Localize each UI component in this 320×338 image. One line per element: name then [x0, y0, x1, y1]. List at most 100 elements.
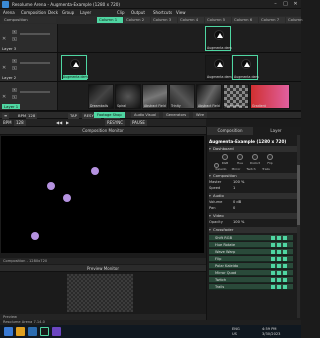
effect-row[interactable]: Twitch [209, 277, 293, 283]
explorer-icon[interactable] [16, 327, 25, 336]
bypass-button[interactable]: B [12, 30, 17, 34]
param-value[interactable]: 100 % [233, 180, 244, 185]
layer-opacity-slider[interactable] [20, 91, 50, 93]
clip-slot[interactable]: Abstract Field [142, 84, 168, 109]
flip-knob[interactable] [267, 154, 273, 160]
master-param[interactable]: Master 100 % [209, 180, 298, 185]
menu-arena[interactable]: Arena [3, 10, 15, 15]
tab-composition[interactable]: Composition [207, 127, 253, 135]
bypass-toggle[interactable] [271, 257, 275, 261]
tab-footage-shop[interactable]: Footage Shop [94, 112, 125, 118]
volume-param[interactable]: Volume 0 dB [209, 200, 298, 205]
video-section[interactable]: Video [209, 213, 298, 219]
collapse-toggle[interactable] [283, 236, 287, 240]
tab-wire[interactable]: Wire [193, 112, 208, 118]
clip-slot[interactable]: Augmenta dem [205, 26, 232, 51]
tab-generators[interactable]: Generators [163, 112, 190, 118]
menu-view[interactable]: View [176, 10, 186, 15]
solo-button[interactable]: S [12, 95, 17, 99]
effect-row[interactable]: Shift RGB [209, 235, 293, 241]
clear-layer-icon[interactable]: ✕ [2, 65, 6, 71]
clip-slot[interactable]: Augmenta dem [232, 55, 259, 80]
menu-deck[interactable]: Deck [48, 10, 58, 15]
bypass-toggle[interactable] [271, 271, 275, 275]
solo-toggle[interactable] [277, 257, 281, 261]
menu-layer[interactable]: Layer [80, 10, 91, 15]
layer-opacity-slider[interactable] [20, 33, 50, 35]
composition-header[interactable]: Composition [2, 17, 56, 23]
column-1[interactable]: Column 1 [97, 17, 123, 23]
collapse-toggle[interactable] [283, 285, 287, 289]
tab-layer[interactable]: Layer [253, 127, 299, 135]
collapse-toggle[interactable] [283, 250, 287, 254]
clip-slot[interactable]: Augmenta dem [61, 55, 88, 80]
bypass-toggle[interactable] [271, 250, 275, 254]
menu-group[interactable]: Group [62, 10, 74, 15]
clip-slot[interactable]: Checkered [223, 84, 249, 109]
app-icon[interactable] [52, 327, 61, 336]
resolume-icon[interactable] [40, 327, 49, 336]
solo-toggle[interactable] [277, 243, 281, 247]
clock[interactable]: 4:59 PM 3/30/2023 [262, 327, 280, 336]
clip-slot[interactable]: Abstract Field [196, 84, 222, 109]
rgb-knob[interactable] [222, 154, 228, 160]
effect-row[interactable]: Trails [209, 284, 293, 290]
clip-slot[interactable]: Trinity [169, 84, 195, 109]
effect-row[interactable]: Flip [209, 256, 293, 262]
param-value[interactable]: 0 [233, 206, 235, 211]
pause-button[interactable]: PAUSE [130, 120, 147, 126]
solo-toggle[interactable] [277, 236, 281, 240]
effect-row[interactable]: Mirror Quad [209, 270, 293, 276]
clip-slot[interactable]: Augmenta dem [205, 55, 232, 80]
bypass-toggle[interactable] [271, 236, 275, 240]
bypass-toggle[interactable] [271, 285, 275, 289]
column-7[interactable]: Column 7 [259, 17, 285, 23]
clip-slot[interactable]: Dreamballs [88, 84, 114, 109]
bypass-toggle[interactable] [271, 243, 275, 247]
audio-section[interactable]: Audio [209, 193, 298, 199]
menu-clip[interactable]: Clip [117, 10, 125, 15]
param-value[interactable]: 100 % [233, 220, 244, 225]
effect-row[interactable]: Wave Warp [209, 249, 293, 255]
collapse-toggle[interactable] [283, 264, 287, 268]
solo-toggle[interactable] [277, 250, 281, 254]
start-icon[interactable] [4, 327, 13, 336]
solo-toggle[interactable] [277, 271, 281, 275]
menu-output[interactable]: Output [131, 10, 145, 15]
clear-layer-icon[interactable]: ✕ [2, 94, 6, 100]
column-4[interactable]: Column 4 [178, 17, 204, 23]
minimize-button[interactable]: – [271, 1, 280, 8]
column-6[interactable]: Column 6 [232, 17, 258, 23]
collapse-toggle[interactable] [283, 271, 287, 275]
solo-toggle[interactable] [277, 278, 281, 282]
menu-shortcuts[interactable]: Shortcuts [153, 10, 172, 15]
clip-slot[interactable]: Gradient [250, 84, 290, 109]
effect-row[interactable]: Polar Kaleido [209, 263, 293, 269]
collapse-toggle[interactable] [283, 257, 287, 261]
column-8[interactable]: Column 8 [286, 17, 303, 28]
column-2[interactable]: Column 2 [124, 17, 150, 23]
menu-composition[interactable]: Composition [21, 10, 46, 15]
pan-param[interactable]: Pan 0 [209, 206, 298, 211]
opacity-param[interactable]: Opacity 100 % [209, 220, 298, 225]
collapse-toggle[interactable] [283, 278, 287, 282]
rewind-icon[interactable]: ◀◀ [56, 120, 62, 126]
bpm-value[interactable]: 128 [14, 120, 26, 126]
solo-button[interactable]: S [12, 37, 17, 41]
panel-scrollbar[interactable] [297, 135, 300, 318]
collapse-toggle[interactable] [283, 243, 287, 247]
column-3[interactable]: Column 3 [151, 17, 177, 23]
solo-toggle[interactable] [277, 264, 281, 268]
hue-knob[interactable] [237, 154, 243, 160]
clip-slot[interactable]: Spiral [115, 84, 141, 109]
composition-section[interactable]: Composition [209, 173, 298, 179]
layer-opacity-slider[interactable] [20, 62, 50, 64]
solo-toggle[interactable] [277, 285, 281, 289]
bypass-button[interactable]: B [12, 59, 17, 63]
bypass-button[interactable]: B [12, 88, 17, 92]
dashboard-section[interactable]: Dashboard [209, 146, 298, 152]
column-5[interactable]: Column 5 [205, 17, 231, 23]
maximize-button[interactable]: □ [281, 1, 290, 8]
clear-layer-icon[interactable]: ✕ [2, 36, 6, 42]
resync-button[interactable]: RESYNC [105, 120, 126, 126]
